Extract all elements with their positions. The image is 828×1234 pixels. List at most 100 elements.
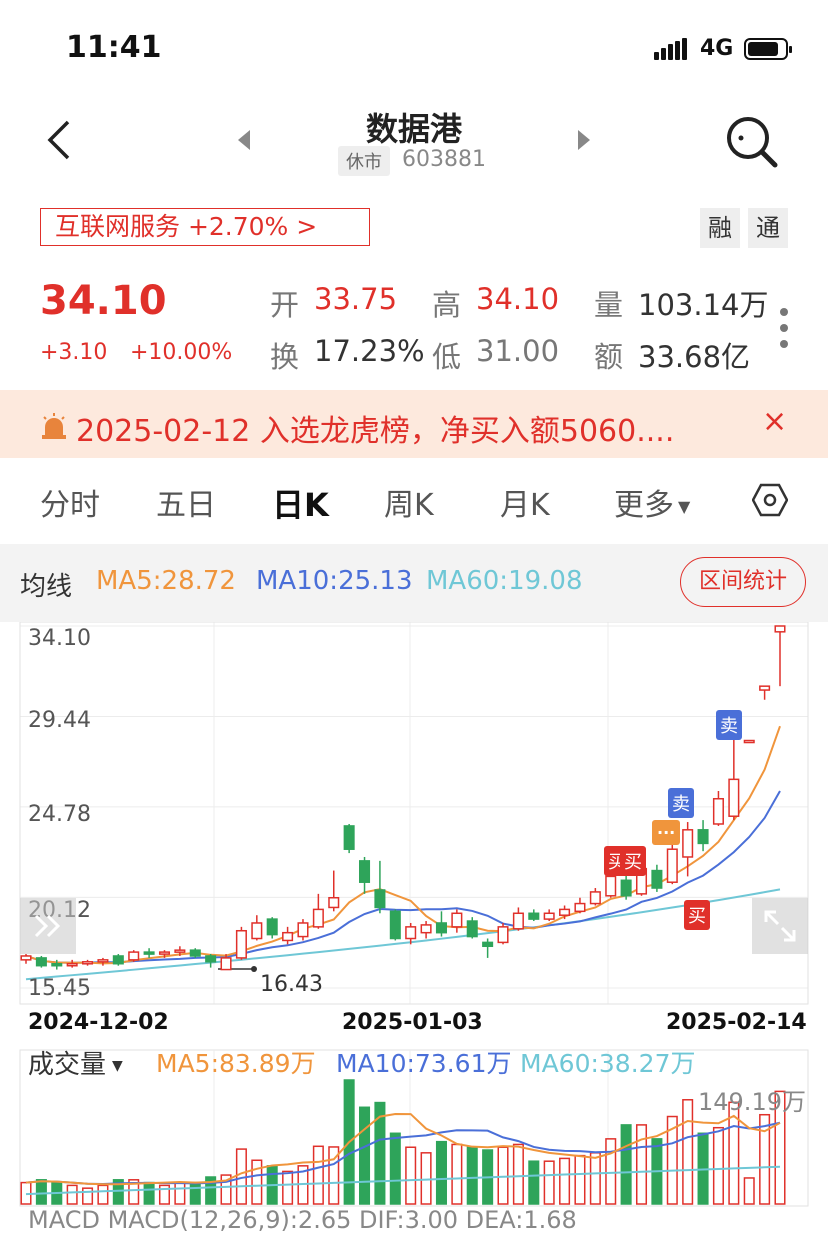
more-signals-badge[interactable]: ··· [652, 820, 681, 845]
turnover-label: 换 [270, 340, 300, 374]
candle-body [682, 829, 694, 858]
open-label: 开 [270, 288, 300, 322]
volume-bar [497, 1146, 509, 1205]
candle-body [51, 962, 63, 967]
ma5-value: MA5:28.72 [96, 566, 236, 596]
tab-monthly-k[interactable]: 月K [500, 480, 550, 524]
tab-weekly-k[interactable]: 周K [384, 480, 434, 524]
candle-body [420, 924, 432, 934]
volume-bar [528, 1160, 540, 1205]
notice-text: 2025-02-12 入选龙虎榜，净买入额5060.... [76, 414, 675, 449]
ma10-value: MA10:25.13 [256, 566, 413, 596]
sell-signal-badge[interactable]: 卖 [716, 710, 742, 740]
stock-code: 603881 [402, 147, 486, 172]
low-marker-dot [251, 965, 257, 972]
buy-signal-badge[interactable]: 买 [620, 846, 646, 876]
volume-bar [589, 1152, 601, 1205]
candle-body [743, 739, 755, 744]
candle-body [697, 829, 709, 845]
price-change-pct: +10.00% [130, 340, 233, 365]
chart-settings-button[interactable] [751, 482, 789, 522]
open-value: 33.75 [314, 282, 398, 316]
candle-body [312, 908, 324, 928]
tab-five-day[interactable]: 五日 [156, 480, 216, 524]
candle-body [759, 685, 771, 691]
volume-bar [682, 1099, 694, 1205]
range-stats-button[interactable]: 区间统计 [680, 557, 806, 607]
candle-body [559, 908, 571, 916]
ma60-line [25, 888, 781, 981]
candle-body [97, 959, 109, 963]
volume-bar [605, 1138, 617, 1205]
tab-more[interactable]: 更多 ▼ [614, 480, 690, 524]
tab-intraday[interactable]: 分时 [40, 480, 100, 524]
tab-daily-k[interactable]: 日K [272, 480, 329, 526]
ma60-value: MA60:19.08 [426, 566, 583, 596]
candle-body [158, 951, 171, 955]
search-icon [727, 117, 778, 168]
low-value: 31.00 [476, 334, 560, 368]
vol-ma10-value: MA10:73.61万 [336, 1049, 512, 1078]
candle-body [574, 902, 586, 913]
last-price: 34.10 [40, 278, 167, 324]
expand-left-button[interactable] [20, 898, 76, 954]
volume-bars [20, 1079, 786, 1205]
candle-body [374, 889, 386, 909]
candle-body [220, 957, 232, 971]
fullscreen-button[interactable] [752, 898, 808, 954]
candle-body [482, 941, 494, 948]
volume-bar [189, 1181, 201, 1205]
candle-body [66, 962, 78, 967]
volume-bar [282, 1170, 294, 1205]
y-tick-label: 15.45 [28, 976, 91, 1001]
candle-body [528, 912, 540, 920]
candle-body [328, 896, 340, 909]
more-options-button[interactable] [776, 306, 792, 354]
search-button[interactable] [724, 114, 780, 174]
fullscreen-icon [764, 910, 796, 942]
next-stock-button[interactable] [574, 128, 594, 156]
sector-link[interactable]: 互联网服务 +2.70% > [40, 208, 370, 246]
candle-body [605, 875, 617, 897]
candle-body [112, 955, 124, 965]
candle-body [405, 926, 417, 940]
candle-body [543, 912, 555, 920]
candle-body [620, 879, 632, 897]
buy-signal-badge[interactable]: 买 [684, 900, 710, 930]
y-tick-label: 24.78 [28, 802, 91, 827]
candle-body [451, 912, 463, 928]
candle-body [205, 955, 217, 963]
volume-bar [359, 1106, 371, 1205]
candle-body [35, 957, 47, 967]
volume-max-label: 149.19万 [698, 1088, 806, 1116]
volume-bar [97, 1184, 109, 1205]
volume-bar [251, 1159, 263, 1205]
x-tick-label: 2025-02-14 [666, 1010, 807, 1035]
candle-body [174, 949, 186, 953]
volume-dropdown[interactable]: 成交量 ▼ [28, 1044, 123, 1081]
volume-bar [435, 1140, 447, 1205]
signal-icon [654, 38, 690, 60]
connect-tag[interactable]: 通 [748, 208, 788, 248]
volume-bar [712, 1126, 724, 1205]
candle-body [774, 625, 786, 633]
volume-bar [66, 1184, 78, 1205]
candle-body [297, 922, 309, 938]
volume-bar [759, 1113, 771, 1205]
candle-body [343, 825, 355, 850]
x-tick-label: 2024-12-02 [28, 1010, 169, 1035]
candle-body [389, 910, 401, 940]
double-chevron-right-icon [34, 914, 61, 938]
volume-bar [543, 1160, 555, 1205]
candle-body [20, 955, 32, 961]
caret-down-icon: ▼ [112, 1057, 123, 1074]
margin-tag[interactable]: 融 [700, 208, 740, 248]
candle-body [235, 929, 247, 959]
candle-body [589, 891, 601, 905]
high-value: 34.10 [476, 282, 560, 316]
hexagon-settings-icon [751, 483, 789, 517]
sell-signal-badge[interactable]: 卖 [668, 788, 694, 818]
caret-down-icon: ▼ [678, 497, 691, 516]
notice-close-button[interactable]: × [762, 404, 787, 439]
triangle-right-icon [578, 130, 590, 150]
